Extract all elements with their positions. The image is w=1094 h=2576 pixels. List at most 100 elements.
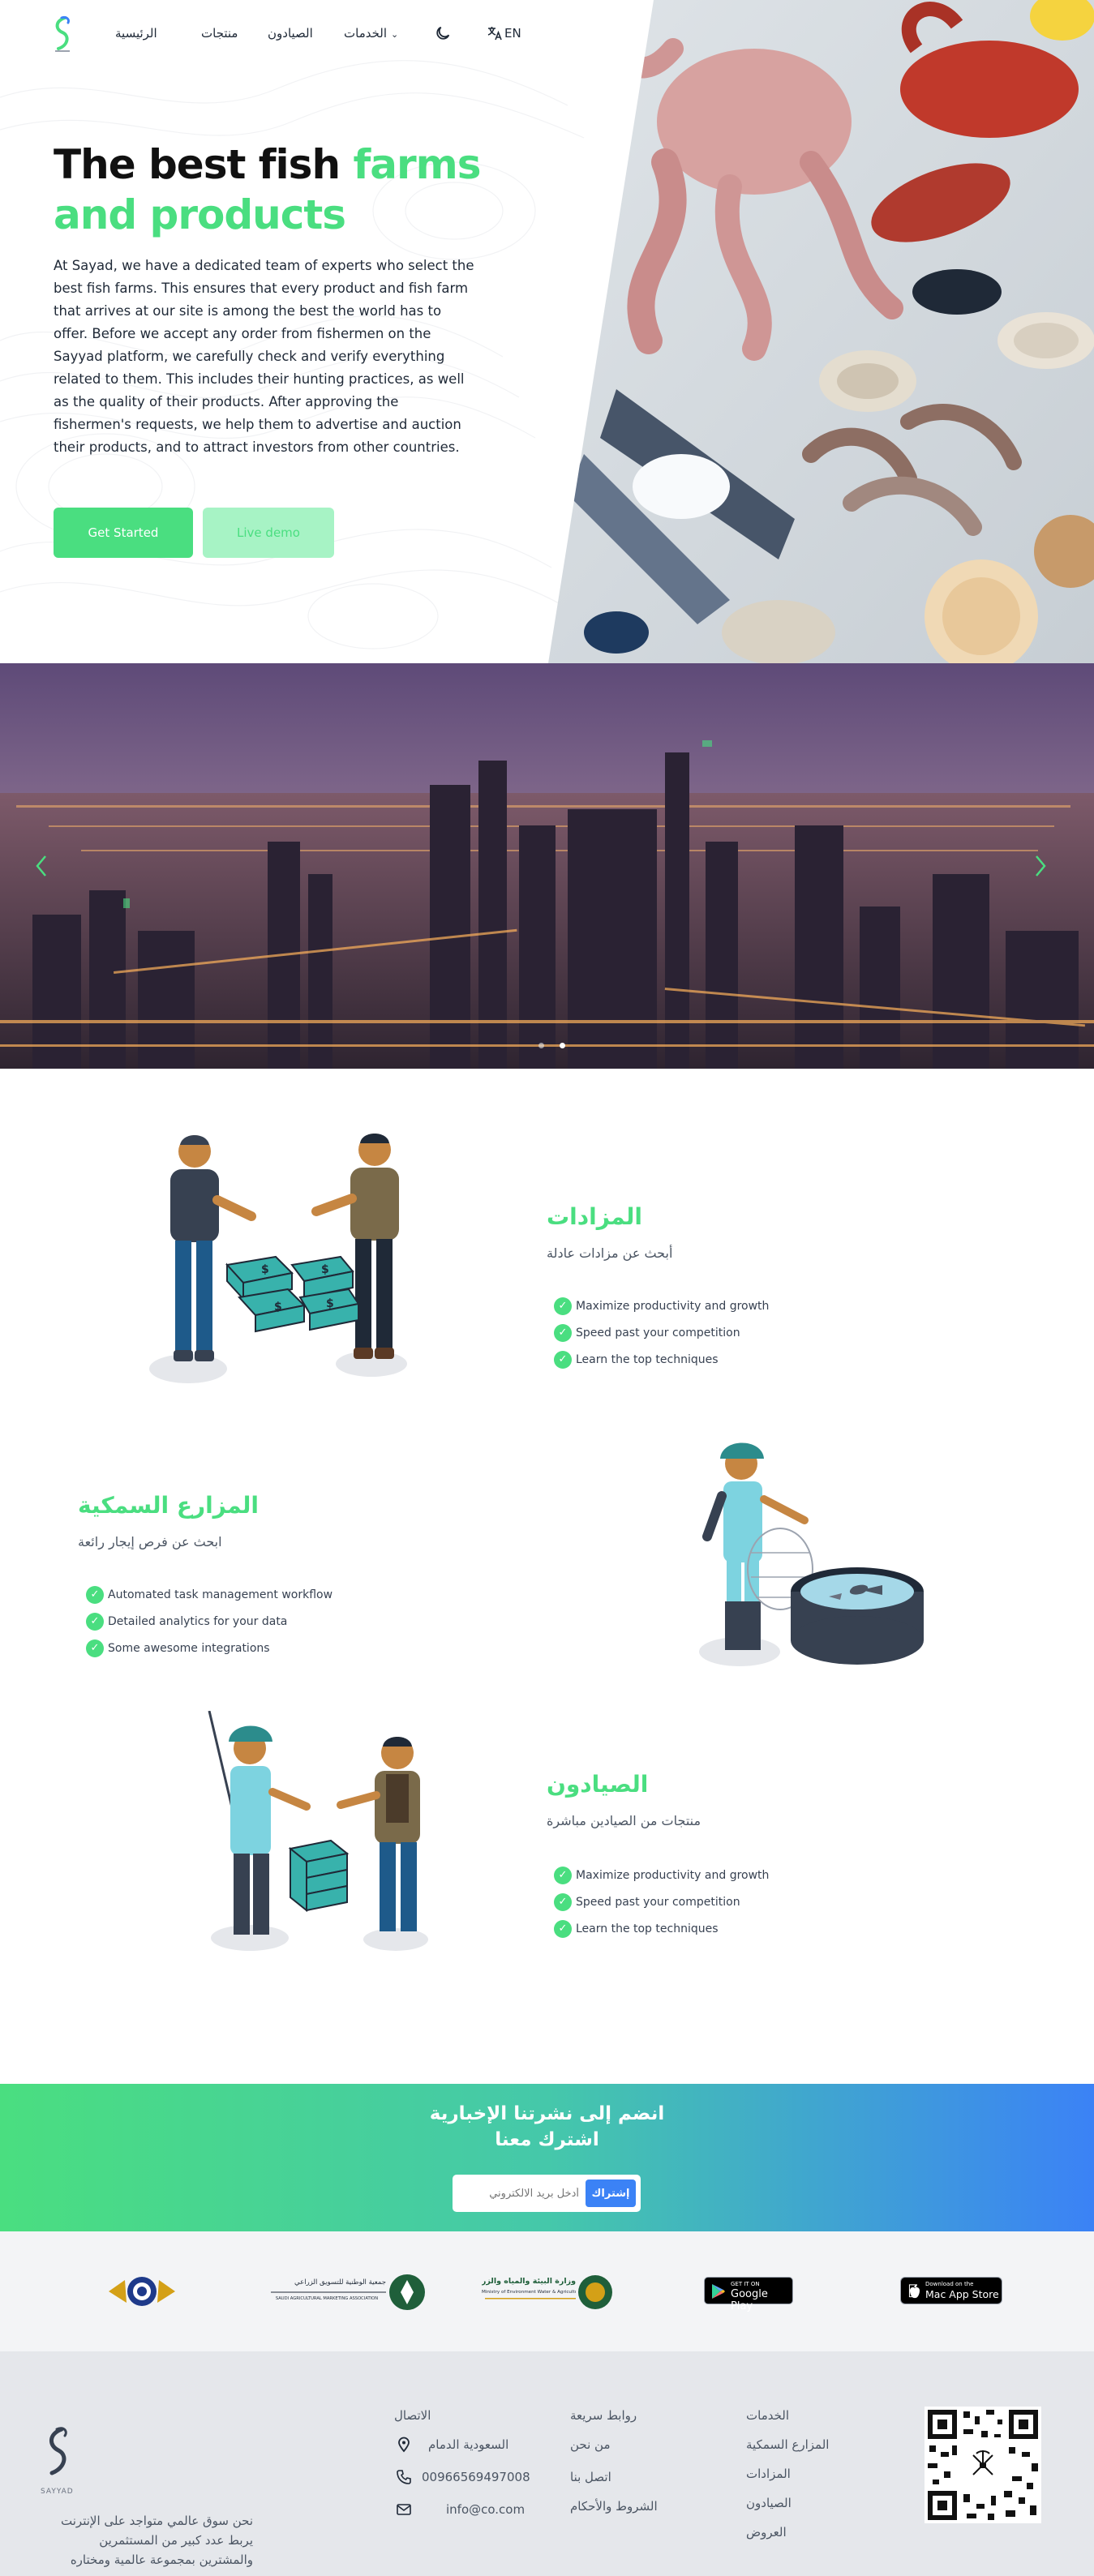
footer-phone[interactable]: 00966569497008: [422, 2470, 530, 2484]
check-icon: ✓: [554, 1866, 572, 1884]
footer-services-heading: الخدمات: [746, 2408, 790, 2423]
feature-auctions-subtitle: أبحث عن مزادات عادلة: [547, 1245, 673, 1261]
city-skyline-image: [0, 663, 1094, 1069]
list-item-text: Maximize productivity and growth: [576, 1868, 770, 1882]
page: الرئيسية منتجات الصيادون الخدمات ⌄ EN The…: [0, 0, 1094, 2576]
footer-logo[interactable]: [41, 2424, 73, 2489]
language-switcher[interactable]: EN: [487, 26, 521, 41]
email-icon: [397, 2504, 411, 2515]
marketing-association-logo: جمعية الوطنية للتسويق الزراعي SAUDI AGRI…: [268, 2274, 430, 2311]
footer-email[interactable]: info@co.com: [446, 2502, 525, 2517]
check-icon: ✓: [554, 1919, 572, 1938]
list-item: ✓ Maximize productivity and growth: [554, 1862, 769, 1888]
footer-link-fish-farms[interactable]: المزارع السمكية: [746, 2437, 829, 2452]
marketing-association-arabic: جمعية الوطنية للتسويق الزراعي: [294, 2278, 386, 2287]
language-label: EN: [504, 26, 521, 41]
subscribe-button[interactable]: إشتراك: [586, 2180, 636, 2207]
feature-fish-farms-title: المزارع السمكية: [78, 1492, 259, 1519]
svg-text:$: $: [274, 1301, 282, 1314]
chevron-down-icon: ⌄: [391, 29, 399, 40]
feature-auctions-list: ✓ Maximize productivity and growth ✓ Speed…: [554, 1292, 769, 1373]
list-item: ✓ Detailed analytics for your data: [86, 1608, 332, 1635]
check-icon: ✓: [554, 1892, 572, 1911]
hero-title-accent: farms: [353, 141, 481, 188]
newsletter-form: إشتراك: [453, 2175, 641, 2212]
ministry-logo: وزارة البيئة والمياه والزراعة Ministry o…: [482, 2274, 613, 2311]
newsletter-email-input[interactable]: [457, 2180, 579, 2207]
feature-fishermen-title: الصيادون: [547, 1771, 649, 1798]
list-item: ✓ Learn the top techniques: [554, 1346, 769, 1373]
list-item-text: Learn the top techniques: [576, 1352, 719, 1366]
carousel-dot-1[interactable]: [538, 1043, 544, 1048]
newsletter-section: انضم إلى نشرتنا الإخبارية اشترك معنا إشت…: [0, 2084, 1094, 2231]
google-play-badge[interactable]: GET IT ON Google Play: [704, 2277, 793, 2312]
app-store-text: Mac App Store: [925, 2288, 999, 2300]
list-item: ✓ Learn the top techniques: [554, 1915, 769, 1942]
carousel-dot-2[interactable]: [560, 1043, 565, 1048]
list-item: ✓ Speed past your competition: [554, 1319, 769, 1346]
nav-fishermen[interactable]: الصيادون: [268, 26, 313, 41]
check-icon: ✓: [554, 1323, 572, 1342]
list-item-text: Automated task management workflow: [108, 1588, 333, 1601]
nav-products[interactable]: منتجات: [201, 26, 238, 41]
award-badge-logo: [109, 2277, 175, 2306]
google-play-top-text: GET IT ON: [731, 2281, 760, 2287]
main-navigation: الرئيسية منتجات الصيادون الخدمات ⌄ EN: [0, 0, 616, 70]
nav-services-label: الخدمات: [344, 26, 388, 41]
check-icon: ✓: [554, 1297, 572, 1315]
check-icon: ✓: [86, 1612, 104, 1631]
fishermen-illustration: [208, 1711, 428, 1951]
marketing-association-english: SAUDI AGRICULTURAL MARKETING ASSOCIATION: [275, 2296, 379, 2301]
feature-fish-farms-list: ✓ Automated task management workflow ✓ Det…: [86, 1581, 332, 1661]
hero-section: الرئيسية منتجات الصيادون الخدمات ⌄ EN The…: [0, 0, 1094, 663]
feature-fishermen-subtitle: منتجات من الصيادين مباشرة: [547, 1813, 701, 1828]
ministry-english: Ministry of Environment Water & Agricult…: [482, 2290, 576, 2295]
svg-text:$: $: [261, 1263, 269, 1276]
list-item-text: Maximize productivity and growth: [576, 1299, 770, 1313]
nav-home[interactable]: الرئيسية: [115, 26, 157, 41]
footer-link-about[interactable]: من نحن: [570, 2437, 611, 2452]
footer-link-fishermen[interactable]: الصيادون: [746, 2496, 792, 2510]
mac-app-store-badge[interactable]:  Download on the Mac App Store: [900, 2277, 1002, 2304]
google-play-icon: [712, 2284, 725, 2299]
translate-icon: [487, 27, 502, 41]
apple-logo-icon: [910, 2284, 920, 2299]
check-icon: ✓: [554, 1350, 572, 1369]
hero-title: The best fish farms and products: [54, 139, 508, 240]
feature-fishermen-list: ✓ Maximize productivity and growth ✓ Speed…: [554, 1862, 769, 1942]
newsletter-subtitle: اشترك معنا: [495, 2129, 599, 2150]
footer-link-auctions[interactable]: المزادات: [746, 2467, 791, 2481]
feature-fish-farms-subtitle: ابحث عن فرص إيجار رائعة: [78, 1534, 222, 1549]
partners-section: جمعية الوطنية للتسويق الزراعي SAUDI AGRI…: [0, 2231, 1094, 2351]
footer-link-terms[interactable]: الشروط والأحكام: [570, 2499, 658, 2514]
get-started-button[interactable]: Get Started: [54, 508, 193, 558]
location-pin-icon: [398, 2437, 410, 2453]
footer-link-contact[interactable]: اتصل بنا: [570, 2470, 611, 2484]
sayyad-logo[interactable]: [50, 15, 75, 55]
footer-link-offers[interactable]: العروض: [746, 2525, 787, 2540]
list-item-text: Some awesome integrations: [108, 1641, 270, 1655]
check-icon: ✓: [86, 1585, 104, 1604]
footer-quick-links-heading: روابط سريعة: [570, 2408, 637, 2423]
qr-code[interactable]: [925, 2407, 1041, 2523]
list-item-text: Speed past your competition: [576, 1895, 740, 1909]
moon-icon[interactable]: [434, 24, 452, 42]
list-item: ✓ Automated task management workflow: [86, 1581, 332, 1608]
check-icon: ✓: [86, 1639, 104, 1657]
footer-about: نحن سوق عالمي متواجد على الإنترنت يربط ع…: [61, 2514, 253, 2567]
hero-title-accent-line-2: and products: [54, 191, 346, 238]
svg-text:$: $: [326, 1297, 334, 1310]
live-demo-button[interactable]: Live demo: [203, 508, 334, 558]
nav-services-dropdown[interactable]: الخدمات ⌄: [344, 26, 398, 41]
app-store-top-text: Download on the: [925, 2281, 974, 2287]
svg-text:$: $: [321, 1263, 329, 1276]
footer-contact-heading: الاتصال: [394, 2408, 431, 2423]
carousel-next-icon[interactable]: [1030, 851, 1051, 881]
carousel-prev-icon[interactable]: [31, 851, 52, 881]
google-play-text: Google Play: [731, 2288, 768, 2312]
fish-farm-illustration: [699, 1442, 924, 1666]
ministry-arabic: وزارة البيئة والمياه والزراعة: [482, 2277, 576, 2286]
feature-auctions-title: المزادات: [547, 1203, 643, 1230]
footer-logo-text: SAYYAD: [41, 2488, 74, 2496]
city-carousel: [0, 663, 1094, 1069]
